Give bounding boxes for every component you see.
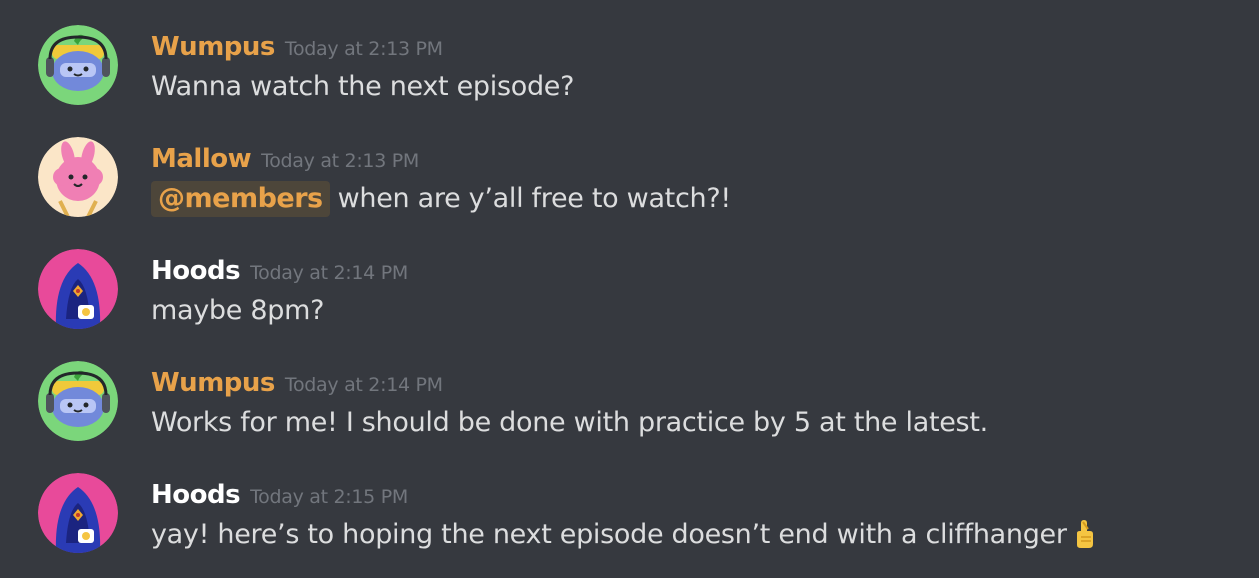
message-text: Wanna watch the next episode? — [151, 71, 575, 102]
chat-message: Wumpus Today at 2:13 PM Wanna watch the n… — [0, 0, 1259, 112]
chat-message-list: Wumpus Today at 2:13 PM Wanna watch the n… — [0, 0, 1259, 578]
message-header: Wumpus Today at 2:13 PM — [151, 30, 443, 67]
username[interactable]: Hoods — [151, 480, 241, 510]
username[interactable]: Hoods — [151, 256, 241, 286]
crossed-fingers-icon — [1071, 519, 1097, 559]
chat-message: Wumpus Today at 2:14 PM Works for me! I s… — [0, 336, 1259, 448]
message-content: Works for me! I should be done with prac… — [151, 405, 988, 441]
message-text: yay! here’s to hoping the next episode d… — [151, 519, 1067, 550]
hoods-avatar-icon[interactable] — [38, 473, 118, 553]
chat-message: Hoods Today at 2:14 PM maybe 8pm? — [0, 224, 1259, 336]
message-header: Mallow Today at 2:13 PM — [151, 142, 419, 179]
mention-tag[interactable]: @members — [151, 181, 330, 217]
timestamp: Today at 2:14 PM — [284, 374, 443, 396]
username[interactable]: Mallow — [151, 144, 252, 174]
timestamp: Today at 2:13 PM — [284, 38, 443, 60]
hoods-avatar-icon[interactable] — [38, 249, 118, 329]
wumpus-avatar-icon[interactable] — [38, 361, 118, 441]
message-content: maybe 8pm? — [151, 293, 324, 329]
timestamp: Today at 2:13 PM — [261, 150, 420, 172]
message-header: Hoods Today at 2:14 PM — [151, 254, 408, 291]
message-content: Wanna watch the next episode? — [151, 69, 574, 105]
message-content: yay! here’s to hoping the next episode d… — [151, 517, 1097, 559]
message-text: maybe 8pm? — [151, 295, 325, 326]
timestamp: Today at 2:15 PM — [250, 486, 408, 508]
message-header: Hoods Today at 2:15 PM — [151, 478, 408, 515]
chat-message: Hoods Today at 2:15 PM yay! here’s to hop… — [0, 448, 1259, 560]
message-text: Works for me! I should be done with prac… — [151, 407, 988, 438]
timestamp: Today at 2:14 PM — [250, 262, 408, 284]
mallow-avatar-icon[interactable] — [38, 137, 118, 217]
chat-message: Mallow Today at 2:13 PM @members when are … — [0, 112, 1259, 224]
message-header: Wumpus Today at 2:14 PM — [151, 366, 443, 403]
username[interactable]: Wumpus — [151, 32, 275, 62]
wumpus-avatar-icon[interactable] — [38, 25, 118, 105]
message-text: when are y’all free to watch?! — [337, 183, 732, 214]
message-content: @members when are y’all free to watch?! — [151, 181, 731, 217]
username[interactable]: Wumpus — [151, 368, 275, 398]
